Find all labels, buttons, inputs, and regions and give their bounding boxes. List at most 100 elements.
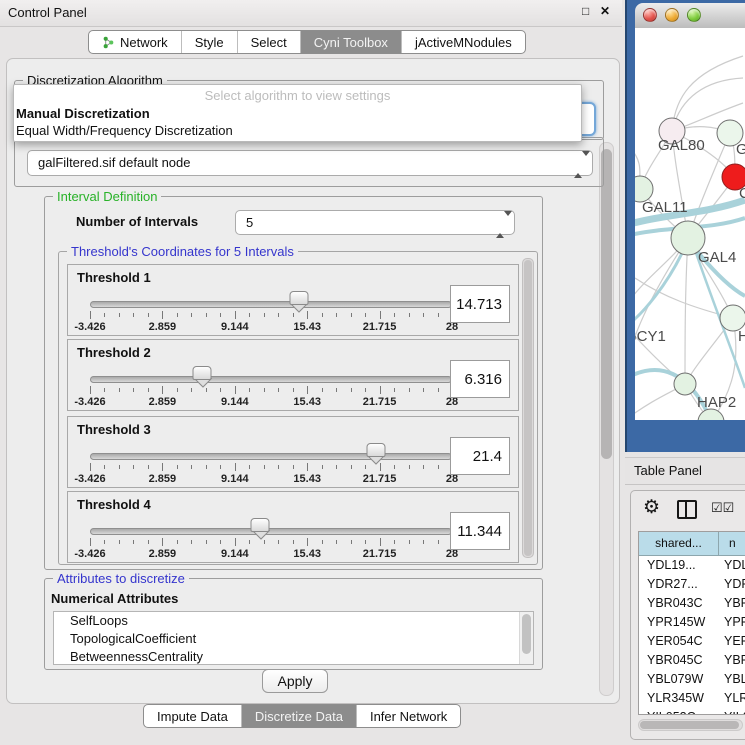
slider-scale-labels: -3.4262.8599.14415.4321.71528 <box>90 473 452 485</box>
columns-icon[interactable] <box>677 500 697 519</box>
table-cell: YDR27... <box>639 575 719 594</box>
table-row[interactable]: YIL052CYIL0 <box>639 708 745 715</box>
slider-track[interactable] <box>90 453 452 460</box>
network-window-titlebar <box>635 3 745 29</box>
close-icon[interactable]: ✕ <box>600 4 610 18</box>
threshold-value-field[interactable]: 11.344 <box>450 512 510 550</box>
apply-button[interactable]: Apply <box>262 669 328 693</box>
threshold-value-field[interactable]: 6.316 <box>450 360 510 398</box>
table-cell: YBR043C <box>639 594 719 613</box>
thresholds-group: Threshold's Coordinates for 5 Intervals … <box>58 251 538 565</box>
numerical-attributes-list: SelfLoopsTopologicalCoefficientBetweenne… <box>53 611 534 665</box>
table-row[interactable]: YBL079WYBL0 <box>639 670 745 689</box>
scale-tick-label: -3.426 <box>74 396 105 408</box>
table-row[interactable]: YDL19...YDL1 <box>639 556 745 575</box>
scale-tick-label: 21.715 <box>363 473 397 485</box>
scrollbar-thumb[interactable] <box>524 260 532 556</box>
gear-icon[interactable]: ⚙ <box>643 496 660 519</box>
table-panel-titlebar: Table Panel <box>625 457 745 485</box>
number-of-intervals-combo[interactable]: 5 <box>235 210 515 235</box>
table-row[interactable]: YLR345WYLR3 <box>639 689 745 708</box>
tab-style[interactable]: Style <box>181 31 237 53</box>
slider-thumb[interactable] <box>366 443 385 464</box>
float-icon[interactable]: □ <box>582 4 589 18</box>
tab-infer-network[interactable]: Infer Network <box>356 705 460 727</box>
slider-ticks <box>90 463 452 472</box>
node-label: G <box>736 141 745 158</box>
tab-label: Infer Network <box>370 709 447 724</box>
tab-select[interactable]: Select <box>237 31 300 53</box>
table-row[interactable]: YBR043CYBR0 <box>639 594 745 613</box>
minimize-traffic-light[interactable] <box>665 8 679 22</box>
slider-thumb[interactable] <box>289 291 308 312</box>
scale-tick-label: 2.859 <box>149 321 177 333</box>
tab-cyni-toolbox[interactable]: Cyni Toolbox <box>300 31 401 53</box>
table-row[interactable]: YPR145WYPR1 <box>639 613 745 632</box>
attribute-item[interactable]: BetweennessCentrality <box>54 648 533 665</box>
slider-ticks <box>90 386 452 395</box>
slider-track[interactable] <box>90 528 452 535</box>
tab-jactivemnodules[interactable]: jActiveMNodules <box>401 31 525 53</box>
attribute-item[interactable]: TopologicalCoefficient <box>54 630 533 648</box>
control-panel-titlebar: Control Panel □ ✕ <box>0 0 622 27</box>
node-label: H <box>738 328 745 345</box>
algorithm-options-list: Manual DiscretizationEqual Width/Frequen… <box>16 105 579 139</box>
table-row[interactable]: YBR045CYBR0 <box>639 651 745 670</box>
scrollbar-thumb[interactable] <box>640 721 739 729</box>
checkbox-icons[interactable]: ☑☑ <box>711 500 734 516</box>
attributes-scrollbar[interactable] <box>519 612 533 664</box>
control-panel-title: Control Panel <box>8 5 87 20</box>
slider-track[interactable] <box>90 301 452 308</box>
group-title: Interval Definition <box>53 189 161 204</box>
tab-label: Cyni Toolbox <box>314 35 388 50</box>
table-cell: YDR2 <box>719 575 745 594</box>
tab-network[interactable]: Network <box>89 31 181 53</box>
network-node-hap2[interactable] <box>674 373 696 395</box>
screen: Control Panel □ ✕ NetworkStyleSelect Cyni… <box>0 0 745 745</box>
algorithm-option[interactable]: Manual Discretization <box>16 105 579 122</box>
threshold-slider[interactable]: -3.4262.8599.14415.4321.71528 <box>90 265 452 337</box>
network-icon <box>102 36 115 49</box>
threshold-panel-2: Threshold 2 -3.4262.8599.14415.4321.7152… <box>67 339 519 411</box>
table-data-combo[interactable]: galFiltered.sif default node <box>27 150 593 176</box>
network-canvas[interactable]: GAL80GCGAL11GAL4GCY1HHAP2 <box>635 28 745 420</box>
table-row[interactable]: YER054CYER0 <box>639 632 745 651</box>
bottom-tab-bar: Impute DataDiscretize Data Infer Network <box>143 704 461 728</box>
table-cell: YPR1 <box>719 613 745 632</box>
threshold-value-field[interactable]: 21.4 <box>450 437 510 475</box>
combo-spinner-icon <box>496 216 506 232</box>
attributes-group: Attributes to discretize Numerical Attri… <box>44 578 543 670</box>
scale-tick-label: 2.859 <box>149 396 177 408</box>
threshold-slider[interactable]: -3.4262.8599.14415.4321.71528 <box>90 417 452 489</box>
table-cell: YBR0 <box>719 594 745 613</box>
column-header-name[interactable]: n <box>719 532 745 555</box>
slider-thumb[interactable] <box>193 366 212 387</box>
scale-tick-label: 21.715 <box>363 396 397 408</box>
table-horizontal-scrollbar[interactable] <box>638 719 743 731</box>
tab-discretize-data[interactable]: Discretize Data <box>241 705 356 727</box>
scale-tick-label: 21.715 <box>363 321 397 333</box>
zoom-traffic-light[interactable] <box>687 8 701 22</box>
slider-track[interactable] <box>90 376 452 383</box>
table-panel: ⚙ ☑☑ shared... n YDL19...YDL1YDR27...YDR… <box>630 490 745 740</box>
node-label: HAP2 <box>697 394 736 411</box>
slider-thumb[interactable] <box>251 518 270 539</box>
scrollbar-thumb[interactable] <box>522 614 531 654</box>
table-row[interactable]: YDR27...YDR2 <box>639 575 745 594</box>
threshold-slider[interactable]: -3.4262.8599.14415.4321.71528 <box>90 492 452 564</box>
thresholds-scrollbar[interactable] <box>522 258 534 558</box>
threshold-slider[interactable]: -3.4262.8599.14415.4321.71528 <box>90 340 452 412</box>
table-cell: YBL0 <box>719 670 745 689</box>
threshold-value-field[interactable]: 14.713 <box>450 285 510 323</box>
node-label: GAL4 <box>698 249 736 266</box>
algorithm-option[interactable]: Equal Width/Frequency Discretization <box>16 122 579 139</box>
panel-vertical-scrollbar[interactable] <box>599 142 614 696</box>
attribute-item[interactable]: SelfLoops <box>54 612 533 630</box>
column-header-shared[interactable]: shared... <box>639 532 719 555</box>
algorithm-placeholder: Select algorithm to view settings <box>14 88 581 103</box>
network-graph: GAL80GCGAL11GAL4GCY1HHAP2 <box>635 28 745 420</box>
scrollbar-thumb[interactable] <box>601 149 612 459</box>
close-traffic-light[interactable] <box>643 8 657 22</box>
slider-scale-labels: -3.4262.8599.14415.4321.71528 <box>90 396 452 408</box>
tab-impute-data[interactable]: Impute Data <box>144 705 241 727</box>
